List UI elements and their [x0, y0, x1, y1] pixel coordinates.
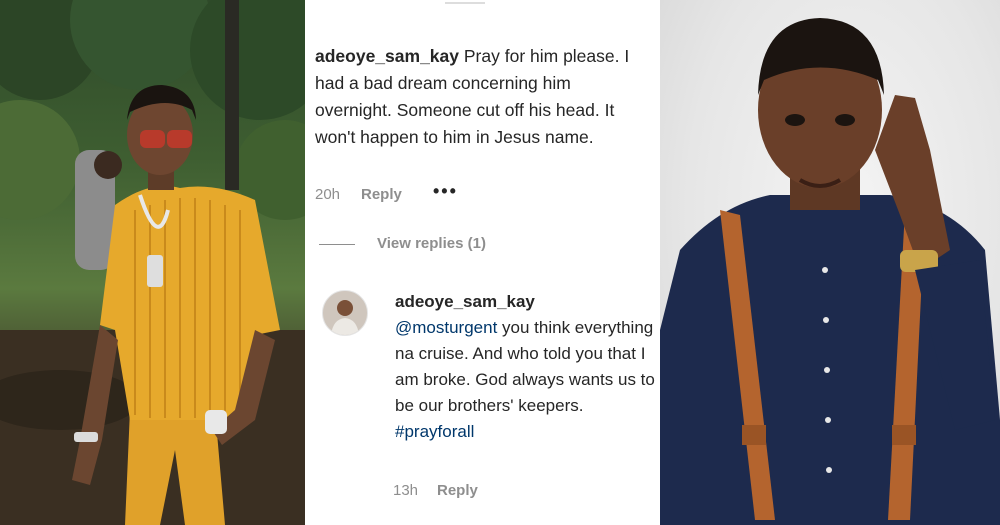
man-in-yellow-outfit-image — [0, 0, 305, 525]
cropped-top-text — [445, 0, 485, 4]
view-replies-divider — [319, 244, 355, 245]
comment-main-reply-button[interactable]: Reply — [361, 186, 402, 203]
comment-main-body: adeoye_sam_kay Pray for him please. I ha… — [315, 43, 650, 151]
left-photo — [0, 0, 305, 525]
reply-username[interactable]: adeoye_sam_kay — [395, 289, 655, 315]
user-avatar[interactable] — [322, 290, 368, 336]
comment-username[interactable]: adeoye_sam_kay — [315, 46, 459, 66]
reply-time: 13h — [393, 482, 419, 499]
reply-hashtag-link[interactable]: #prayforall — [395, 422, 474, 441]
view-replies-button[interactable]: View replies (1) — [377, 235, 486, 252]
reply-comment-body: adeoye_sam_kay @mosturgent you think eve… — [395, 289, 655, 445]
more-dots-icon[interactable]: ••• — [433, 181, 458, 202]
reply-mention-link[interactable]: @mosturgent — [395, 318, 497, 337]
reply-reply-button[interactable]: Reply — [437, 482, 478, 499]
comments-panel: adeoye_sam_kay Pray for him please. I ha… — [305, 0, 660, 525]
comment-main-time: 20h — [315, 186, 341, 203]
man-in-navy-shirt-image — [660, 18, 1000, 525]
avatar-icon — [323, 291, 367, 335]
right-photo — [660, 0, 1000, 525]
